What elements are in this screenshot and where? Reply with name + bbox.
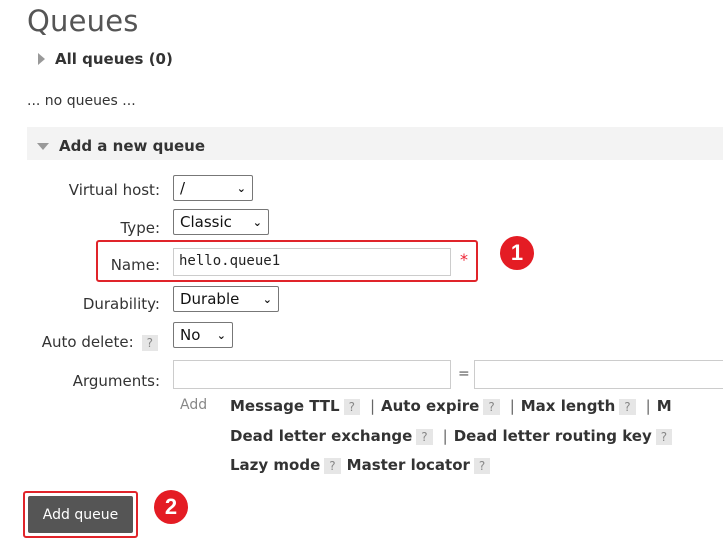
- truncated-link[interactable]: M: [657, 397, 672, 415]
- help-icon[interactable]: ?: [619, 399, 636, 415]
- virtual-host-select[interactable]: / ⌄: [173, 175, 253, 201]
- name-label: Name:: [110, 256, 160, 274]
- chevron-down-icon: ⌄: [236, 181, 246, 195]
- master-locator-link[interactable]: Master locator: [347, 456, 470, 474]
- all-queues-toggle[interactable]: All queues (0): [38, 50, 173, 68]
- help-icon[interactable]: ?: [324, 458, 341, 474]
- triangle-down-icon: [37, 142, 49, 150]
- virtual-host-label: Virtual host:: [68, 181, 160, 199]
- argument-links-row-1: Message TTL? | Auto expire? | Max length? | M: [230, 397, 672, 415]
- durability-label: Durability:: [82, 295, 160, 313]
- help-icon[interactable]: ?: [473, 458, 491, 474]
- no-queues-text: ... no queues ...: [27, 93, 136, 109]
- argument-links-row-2: Dead letter exchange? | Dead letter routin…: [230, 427, 676, 445]
- all-queues-label: All queues (0): [55, 50, 173, 68]
- annotation-badge-2: 2: [154, 490, 188, 524]
- separator: |: [369, 397, 376, 415]
- argument-value-input[interactable]: [474, 360, 723, 389]
- auto-delete-select[interactable]: No ⌄: [173, 322, 233, 348]
- virtual-host-value: /: [180, 179, 186, 197]
- add-queue-button[interactable]: Add queue: [28, 496, 133, 533]
- type-value: Classic: [180, 213, 232, 231]
- equals-sign: =: [458, 366, 470, 382]
- auto-delete-help-icon[interactable]: ?: [141, 335, 158, 351]
- durability-value: Durable: [180, 290, 240, 308]
- auto-expire-link[interactable]: Auto expire: [381, 397, 479, 415]
- auto-delete-label: Auto delete:: [41, 333, 134, 351]
- page-title: Queues: [27, 4, 139, 38]
- dead-letter-exchange-link[interactable]: Dead letter exchange: [230, 427, 412, 445]
- argument-key-input[interactable]: [173, 360, 451, 389]
- dead-letter-routing-key-link[interactable]: Dead letter routing key: [454, 427, 652, 445]
- auto-delete-value: No: [180, 326, 201, 344]
- help-icon[interactable]: ?: [343, 399, 360, 415]
- chevron-down-icon: ⌄: [216, 328, 226, 342]
- name-input-value: hello.queue1: [179, 253, 281, 269]
- add-queue-section-header[interactable]: Add a new queue: [27, 127, 723, 160]
- chevron-down-icon: ⌄: [252, 215, 262, 229]
- auto-delete-label-row: Auto delete:?: [0, 333, 158, 351]
- separator: |: [509, 397, 515, 415]
- annotation-badge-1: 1: [500, 236, 534, 270]
- type-select[interactable]: Classic ⌄: [173, 209, 269, 235]
- max-length-link[interactable]: Max length: [521, 397, 616, 415]
- help-icon[interactable]: ?: [483, 399, 500, 415]
- name-input[interactable]: hello.queue1: [173, 248, 451, 276]
- help-icon[interactable]: ?: [655, 429, 673, 445]
- durability-select[interactable]: Durable ⌄: [173, 286, 279, 312]
- message-ttl-link[interactable]: Message TTL: [230, 397, 340, 415]
- separator: |: [645, 397, 651, 415]
- help-icon[interactable]: ?: [416, 429, 433, 445]
- chevron-down-icon: ⌄: [262, 292, 272, 306]
- argument-links-row-3: Lazy mode? Master locator?: [230, 456, 494, 474]
- separator: |: [442, 427, 448, 445]
- add-queue-section-label: Add a new queue: [59, 137, 206, 155]
- arguments-label: Arguments:: [72, 372, 160, 390]
- type-label: Type:: [120, 219, 160, 237]
- lazy-mode-link[interactable]: Lazy mode: [230, 456, 320, 474]
- triangle-right-icon: [38, 53, 45, 65]
- required-asterisk: *: [460, 250, 468, 269]
- add-argument-link[interactable]: Add: [180, 397, 207, 413]
